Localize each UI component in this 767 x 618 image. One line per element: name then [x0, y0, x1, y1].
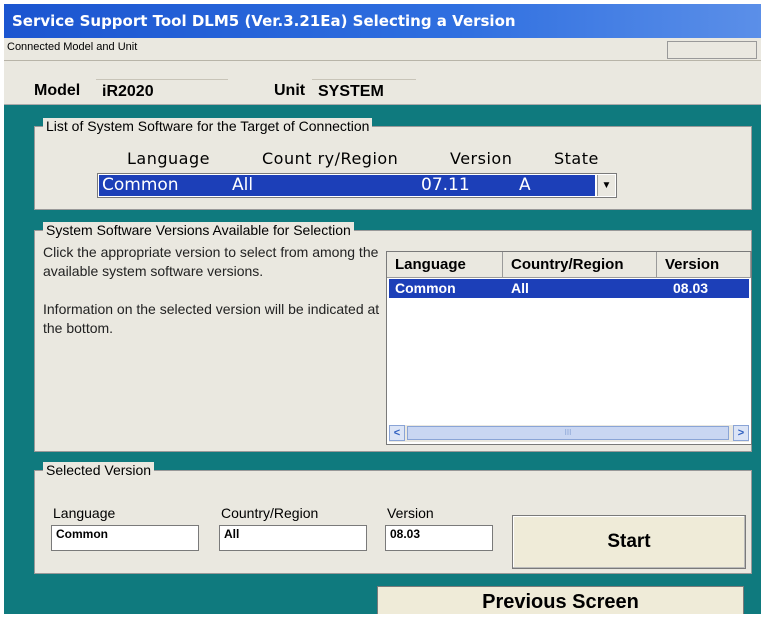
scroll-left-icon[interactable]: <: [389, 425, 405, 441]
connection-bar: Connected Model and Unit Model iR2020 Un…: [4, 38, 761, 105]
available-versions-legend: System Software Versions Available for S…: [43, 222, 354, 238]
window-title: Service Support Tool DLM5 (Ver.3.21Ea) S…: [4, 4, 761, 38]
app-window: Service Support Tool DLM5 (Ver.3.21Ea) S…: [4, 4, 761, 614]
column-header-version[interactable]: Version: [657, 252, 751, 278]
row-version: 08.03: [673, 280, 709, 296]
scroll-right-icon[interactable]: >: [733, 425, 749, 441]
header-state: State: [554, 149, 599, 168]
connection-label: Connected Model and Unit: [7, 41, 138, 53]
selected-country-field: All: [219, 525, 367, 551]
available-versions-description: Click the appropriate version to select …: [43, 244, 380, 336]
header-country-region: Count ry/Region: [262, 149, 399, 168]
connection-status-box: [667, 41, 757, 59]
selected-country-label: Country/Region: [221, 505, 319, 521]
selected-version-legend: Selected Version: [43, 462, 155, 478]
unit-value: SYSTEM: [312, 79, 416, 103]
start-button[interactable]: Start: [512, 515, 746, 569]
column-header-language[interactable]: Language: [387, 252, 503, 278]
model-label: Model: [34, 82, 81, 99]
column-header-country-region[interactable]: Country/Region: [503, 252, 657, 278]
selected-language-field: Common: [51, 525, 199, 551]
selected-version-label: Version: [387, 505, 434, 521]
header-version: Version: [450, 149, 513, 168]
header-language: Language: [127, 149, 210, 168]
selected-country: All: [232, 175, 254, 195]
horizontal-scrollbar[interactable]: < III >: [389, 425, 749, 442]
available-versions-group: System Software Versions Available for S…: [34, 222, 752, 452]
row-country: All: [511, 280, 529, 296]
chevron-down-icon[interactable]: ▼: [597, 175, 615, 196]
target-version-select[interactable]: Common All 07.11 A ▼: [97, 173, 617, 198]
scroll-thumb[interactable]: III: [407, 426, 729, 440]
model-value: iR2020: [96, 79, 228, 103]
available-versions-list[interactable]: Language Country/Region Version Common A…: [386, 251, 752, 445]
selected-state: A: [519, 175, 531, 195]
target-software-legend: List of System Software for the Target o…: [43, 118, 373, 134]
selected-language: Common: [102, 175, 179, 195]
selected-version-field: 08.03: [385, 525, 493, 551]
unit-label: Unit: [274, 82, 306, 99]
target-version-selected-row: Common All 07.11 A: [99, 175, 595, 196]
row-language: Common: [395, 280, 456, 296]
target-software-group: List of System Software for the Target o…: [34, 118, 752, 210]
selected-version: 07.11: [421, 175, 470, 195]
previous-screen-button[interactable]: Previous Screen: [377, 586, 744, 614]
selected-language-label: Language: [53, 505, 116, 521]
list-row[interactable]: Common All 08.03: [389, 279, 749, 298]
divider: [4, 60, 761, 61]
